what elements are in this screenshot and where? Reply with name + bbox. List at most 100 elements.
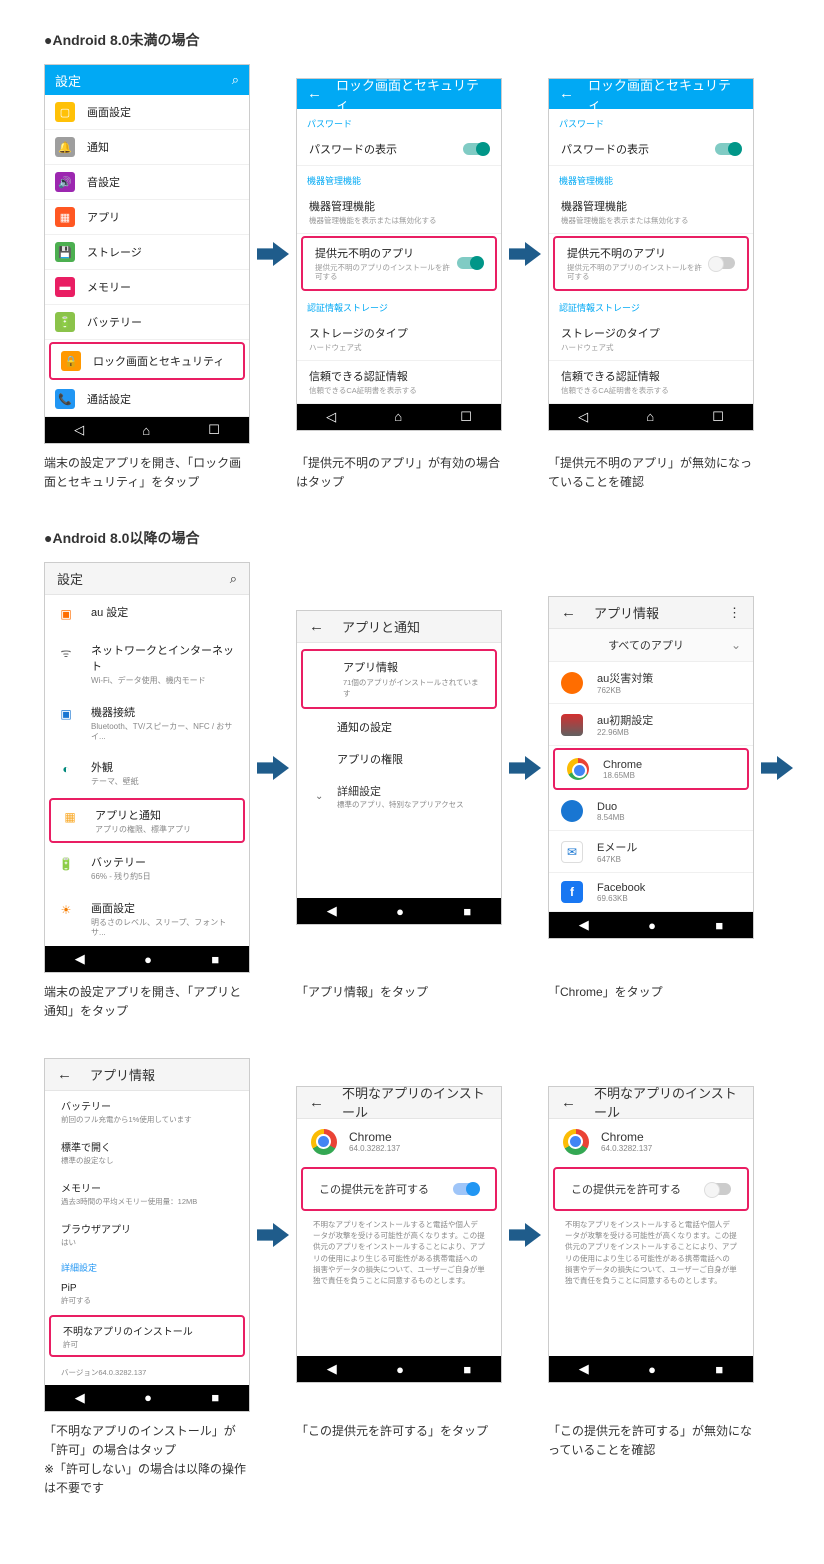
toggle-off[interactable]	[705, 1183, 731, 1195]
settings-item[interactable]: ▣au 設定	[45, 595, 249, 633]
settings-item[interactable]: 📞通話設定	[45, 382, 249, 417]
app-row[interactable]: Duo8.54MB	[549, 792, 753, 831]
highlight-lock-security: 🔒ロック画面とセキュリティ	[49, 342, 245, 380]
nav-recent-icon[interactable]: ■	[211, 1390, 219, 1405]
nav-back-icon[interactable]: ◀	[75, 1390, 85, 1406]
item-unknown-sources[interactable]: 提供元不明のアプリ提供元不明のアプリのインストールを許可する	[555, 238, 747, 289]
settings-item[interactable]: ▣機器接続Bluetooth、TV/スピーカー、NFC / おサイ...	[45, 695, 249, 750]
item-storage-type[interactable]: ストレージのタイプハードウェア式	[297, 318, 501, 361]
item-open-default[interactable]: 標準で開く標準の設定なし	[45, 1132, 249, 1173]
nav-recent-icon[interactable]: ■	[463, 904, 471, 919]
item-app-perms[interactable]: アプリの権限	[297, 743, 501, 775]
app-row[interactable]: au災害対策762KB	[549, 662, 753, 704]
item-allow-source[interactable]: この提供元を許可する	[555, 1169, 747, 1209]
phone-apps-notif: ←アプリと通知 アプリ情報71個のアプリがインストールされています 通知の設定 …	[296, 610, 502, 925]
search-icon[interactable]: ⌕	[230, 571, 237, 587]
item-app-info[interactable]: アプリ情報71個のアプリがインストールされています	[303, 651, 495, 707]
item-notif-settings[interactable]: 通知の設定	[297, 711, 501, 743]
item-unknown-install[interactable]: 不明なアプリのインストール許可	[51, 1317, 243, 1355]
back-icon[interactable]: ←	[307, 85, 322, 102]
item-password-show[interactable]: パスワードの表示	[297, 134, 501, 166]
nav-back-icon[interactable]: ◁	[578, 409, 588, 425]
nav-back-icon[interactable]: ◀	[75, 951, 85, 967]
settings-item-lock[interactable]: 🔒ロック画面とセキュリティ	[51, 344, 243, 378]
section-label: 認証情報ストレージ	[297, 293, 501, 318]
nav-back-icon[interactable]: ◀	[579, 917, 589, 933]
item-battery[interactable]: バッテリー前回のフル充電から1%使用しています	[45, 1091, 249, 1132]
settings-item-apps[interactable]: ▦アプリと通知アプリの権限、標準アプリ	[51, 800, 243, 842]
app-row[interactable]: ✉Eメール647KB	[549, 831, 753, 873]
highlight-allow: この提供元を許可する	[301, 1167, 497, 1211]
nav-home-icon[interactable]: ⌂	[142, 423, 150, 438]
nav-recent-icon[interactable]: ☐	[712, 409, 724, 425]
nav-recent-icon[interactable]: ■	[715, 918, 723, 933]
settings-item[interactable]: 🔋バッテリー	[45, 305, 249, 340]
settings-item[interactable]: 🔋バッテリー66% - 残り約5日	[45, 845, 249, 891]
nav-back-icon[interactable]: ◁	[74, 422, 84, 438]
caption-row-c: 「不明なアプリのインストール」が「許可」の場合はタップ ※「許可しない」の場合は…	[44, 1422, 794, 1499]
item-advanced[interactable]: ⌄詳細設定標準のアプリ、特別なアプリアクセス	[297, 775, 501, 818]
android-navbar: ◁ ⌂ ☐	[549, 404, 753, 430]
item-unknown-sources[interactable]: 提供元不明のアプリ提供元不明のアプリのインストールを許可する	[303, 238, 495, 289]
settings-item[interactable]: 💾ストレージ	[45, 235, 249, 270]
menu-icon[interactable]: ⋮	[728, 605, 741, 621]
nav-home-icon[interactable]: ⌂	[646, 409, 654, 424]
nav-back-icon[interactable]: ◁	[326, 409, 336, 425]
search-icon[interactable]: ⌕	[232, 72, 239, 88]
back-icon[interactable]: ←	[561, 604, 576, 621]
nav-home-icon[interactable]: ●	[396, 904, 404, 919]
nav-home-icon[interactable]: ●	[648, 1362, 656, 1377]
nav-recent-icon[interactable]: ☐	[208, 422, 220, 438]
nav-back-icon[interactable]: ◀	[579, 1361, 589, 1377]
back-icon[interactable]: ←	[57, 1066, 72, 1083]
settings-item[interactable]: 🔔通知	[45, 130, 249, 165]
item-storage-type[interactable]: ストレージのタイプハードウェア式	[549, 318, 753, 361]
nav-home-icon[interactable]: ●	[648, 918, 656, 933]
back-icon[interactable]: ←	[309, 1094, 324, 1111]
back-icon[interactable]: ←	[559, 85, 574, 102]
nav-recent-icon[interactable]: ■	[211, 952, 219, 967]
nav-recent-icon[interactable]: ■	[463, 1362, 471, 1377]
nav-recent-icon[interactable]: ■	[715, 1362, 723, 1377]
settings-item[interactable]: ☀画面設定明るさのレベル、スリープ、フォントサ...	[45, 891, 249, 946]
filter-all-apps[interactable]: すべてのアプリ⌄	[549, 629, 753, 662]
app-row[interactable]: au初期設定22.96MB	[549, 704, 753, 746]
back-icon[interactable]: ←	[561, 1094, 576, 1111]
row-b: 設定⌕ ▣au 設定 ᯤネットワークとインターネットWi-Fi、データ使用、機内…	[44, 562, 794, 973]
app-row[interactable]: fFacebook69.63KB	[549, 873, 753, 912]
toggle-on[interactable]	[463, 143, 489, 155]
settings-item[interactable]: ▬メモリー	[45, 270, 249, 305]
item-memory[interactable]: メモリー過去3時間の平均メモリー使用量：12MB	[45, 1173, 249, 1214]
item-device-admin[interactable]: 機器管理機能機器管理機能を表示または無効化する	[297, 191, 501, 234]
toggle-off[interactable]	[709, 257, 735, 269]
item-password-show[interactable]: パスワードの表示	[549, 134, 753, 166]
item-browser-app[interactable]: ブラウザアプリはい	[45, 1214, 249, 1255]
nav-home-icon[interactable]: ●	[144, 952, 152, 967]
nav-home-icon[interactable]: ●	[396, 1362, 404, 1377]
settings-item[interactable]: ▦アプリ	[45, 200, 249, 235]
android-navbar: ◁ ⌂ ☐	[297, 404, 501, 430]
app-row-chrome[interactable]: Chrome18.65MB	[555, 750, 747, 788]
item-allow-source[interactable]: この提供元を許可する	[303, 1169, 495, 1209]
nav-recent-icon[interactable]: ☐	[460, 409, 472, 425]
phone-settings: 設定 ⌕ ▢画面設定 🔔通知 🔊音設定 ▦アプリ 💾ストレージ ▬メモリー 🔋バ…	[44, 64, 250, 444]
nav-home-icon[interactable]: ⌂	[394, 409, 402, 424]
toggle-on[interactable]	[453, 1183, 479, 1195]
item-trusted-creds[interactable]: 信頼できる認証情報信頼できるCA証明書を表示する	[297, 361, 501, 404]
nav-back-icon[interactable]: ◀	[327, 903, 337, 919]
settings-item[interactable]: ▢画面設定	[45, 95, 249, 130]
item-pip[interactable]: PiP許可する	[45, 1276, 249, 1313]
toggle-on[interactable]	[715, 143, 741, 155]
item-trusted-creds[interactable]: 信頼できる認証情報信頼できるCA証明書を表示する	[549, 361, 753, 404]
nav-back-icon[interactable]: ◀	[327, 1361, 337, 1377]
settings-item[interactable]: 🔊音設定	[45, 165, 249, 200]
warning-text: 不明なアプリをインストールすると電話や個人データが攻撃を受ける可能性が高くなりま…	[297, 1213, 501, 1297]
settings-item[interactable]: ᯤネットワークとインターネットWi-Fi、データ使用、機内モード	[45, 633, 249, 695]
settings-item[interactable]: ◐外観テーマ、壁紙	[45, 750, 249, 796]
nav-home-icon[interactable]: ●	[144, 1390, 152, 1405]
chrome-icon	[567, 758, 589, 780]
item-device-admin[interactable]: 機器管理機能機器管理機能を表示または無効化する	[549, 191, 753, 234]
toggle-on[interactable]	[457, 257, 483, 269]
section-label: 機器管理機能	[297, 166, 501, 191]
back-icon[interactable]: ←	[309, 618, 324, 635]
